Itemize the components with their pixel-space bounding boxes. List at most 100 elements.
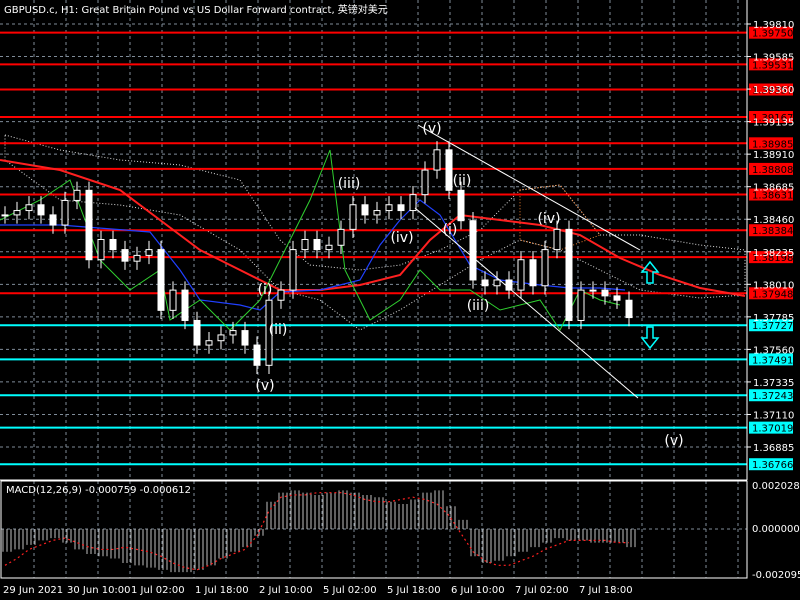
candle-body xyxy=(169,289,177,311)
candle-body xyxy=(433,149,441,171)
x-tick-label: 6 Jul 10:00 xyxy=(451,585,505,596)
wave-label: (iv) xyxy=(537,211,560,227)
candle-body xyxy=(565,228,573,321)
candle-body xyxy=(493,279,501,287)
candle-body xyxy=(373,210,381,216)
candle-body xyxy=(217,334,225,342)
support-price-label: 1.37491 xyxy=(752,355,793,366)
wave-label: (ii) xyxy=(269,322,288,338)
x-tick-label: 5 Jul 18:00 xyxy=(387,585,441,596)
candle-body xyxy=(181,289,189,321)
candle-body xyxy=(289,249,297,291)
candle-body xyxy=(1,214,9,217)
candle-body xyxy=(613,295,621,301)
candle-body xyxy=(541,249,549,287)
wave-label: (v) xyxy=(255,378,274,394)
y-tick-label: 1.39810 xyxy=(753,20,794,31)
resistance-price-label: 1.38985 xyxy=(752,139,793,150)
chart-title: GBPUSD.c, H1: Great Britain Pound vs US … xyxy=(4,3,388,16)
candle-body xyxy=(37,204,45,216)
candle-body xyxy=(601,289,609,297)
wave-label: (ii) xyxy=(453,173,472,189)
ma-red-line xyxy=(0,159,746,297)
macd-label: MACD(12,26,9) -0.000759 -0.000612 xyxy=(6,485,191,496)
candle-body xyxy=(397,204,405,212)
y-tick-label: 1.37785 xyxy=(753,313,794,324)
candle-body xyxy=(229,330,237,336)
arrow-up-icon xyxy=(640,260,660,284)
wave-label: (i) xyxy=(258,282,273,298)
candle-body xyxy=(529,259,537,287)
x-tick-label: 1 Jul 18:00 xyxy=(195,585,249,596)
candle-body xyxy=(325,244,333,251)
candle-body xyxy=(301,238,309,251)
wave-label: (v) xyxy=(422,121,441,137)
candle-body xyxy=(121,249,129,262)
candle-body xyxy=(253,344,261,366)
candle-body xyxy=(13,210,21,216)
y-tick-label: 1.39585 xyxy=(753,53,794,64)
candle-body xyxy=(97,238,105,261)
support-price-label: 1.37243 xyxy=(752,391,793,402)
candle-body xyxy=(361,204,369,216)
y-tick-label: 1.39135 xyxy=(753,118,794,129)
candle-body xyxy=(469,220,477,281)
wave-label: (i) xyxy=(443,222,458,238)
candle-body xyxy=(337,228,345,246)
x-tick-label: 2 Jul 10:00 xyxy=(259,585,313,596)
resistance-price-label: 1.38808 xyxy=(752,165,793,176)
wave-label: (iv) xyxy=(390,230,413,246)
y-tick-label: 1.36885 xyxy=(753,443,794,454)
candle-body xyxy=(145,249,153,256)
candle-body xyxy=(49,214,57,226)
x-tick-label: 1 Jul 02:00 xyxy=(131,585,185,596)
candle-body xyxy=(241,330,249,346)
candle-body xyxy=(85,189,93,261)
candle-body xyxy=(109,238,117,251)
macd-axis-zero: 0.000000 xyxy=(752,524,800,535)
macd-axis-min: -0.002095 xyxy=(752,570,800,581)
y-tick-label: 1.37110 xyxy=(753,410,794,421)
y-tick-label: 1.37335 xyxy=(753,378,794,389)
y-tick-label: 1.37560 xyxy=(753,345,794,356)
candle-body xyxy=(517,259,525,291)
candle-body xyxy=(385,204,393,212)
y-tick-label: 1.38010 xyxy=(753,280,794,291)
x-tick-label: 29 Jun 2021 xyxy=(3,585,63,596)
support-price-label: 1.36766 xyxy=(752,460,793,471)
x-tick-label: 5 Jul 02:00 xyxy=(323,585,377,596)
x-tick-label: 7 Jul 18:00 xyxy=(579,585,633,596)
candle-body xyxy=(589,289,597,292)
candle-body xyxy=(421,169,429,196)
candle-body xyxy=(445,149,453,191)
candle-body xyxy=(193,319,201,346)
support-price-label: 1.37019 xyxy=(752,424,793,435)
x-tick-label: 7 Jul 02:00 xyxy=(515,585,569,596)
y-tick-label: 1.38460 xyxy=(753,215,794,226)
candle-body xyxy=(625,299,633,319)
wave-label: (iii) xyxy=(338,176,361,192)
arrow-down-icon xyxy=(640,326,660,350)
y-tick-label: 1.38910 xyxy=(753,150,794,161)
candle-body xyxy=(277,289,285,301)
candle-body xyxy=(349,204,357,230)
candle-body xyxy=(61,199,69,226)
ichimoku-cloud xyxy=(4,134,746,331)
y-tick-label: 1.38685 xyxy=(753,183,794,194)
candle-body xyxy=(313,238,321,251)
macd-axis-max: 0.002028 xyxy=(752,481,800,492)
y-tick-label: 1.39360 xyxy=(753,85,794,96)
candle-body xyxy=(457,189,465,222)
candle-body xyxy=(25,204,33,212)
x-tick-label: 30 Jun 10:00 xyxy=(67,585,131,596)
candle-body xyxy=(133,254,141,262)
y-tick-label: 1.38235 xyxy=(753,248,794,259)
wave-label: (iii) xyxy=(467,298,490,314)
candle-body xyxy=(553,228,561,251)
candle-body xyxy=(73,189,81,201)
wave-label: (v) xyxy=(664,433,683,449)
candle-body xyxy=(577,289,585,321)
candle-body xyxy=(481,279,489,287)
price-chart[interactable]: 1.397501.395311.393571.391671.389851.388… xyxy=(0,0,800,600)
candle-body xyxy=(205,340,213,346)
